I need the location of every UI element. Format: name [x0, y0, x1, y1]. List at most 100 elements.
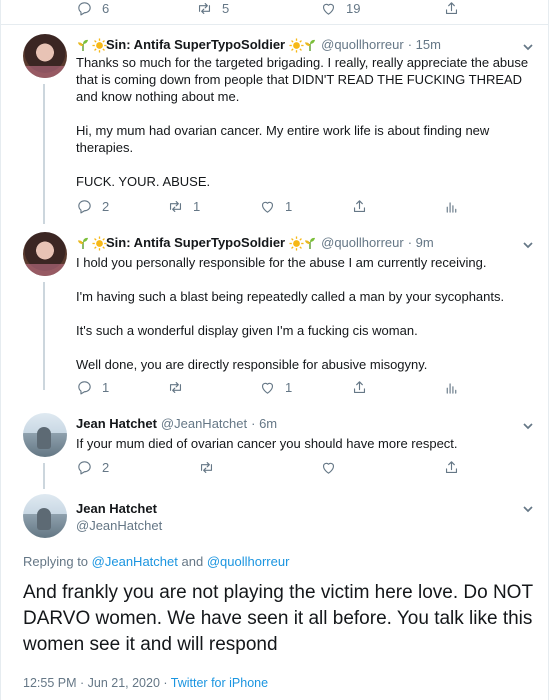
- handle[interactable]: @JeanHatchet: [161, 416, 247, 431]
- more-options-chevron-icon[interactable]: [522, 419, 534, 431]
- tweet-paragraph: Well done, you are directly responsible …: [76, 357, 428, 372]
- sun-emoji-icon: [289, 235, 304, 251]
- avatar[interactable]: [23, 494, 67, 538]
- timestamp[interactable]: · 9m: [408, 235, 434, 250]
- tweet-meta: 12:55 PM · Jun 21, 2020 · Twitter for iP…: [23, 676, 268, 690]
- reply-count: 2: [102, 460, 110, 475]
- like-button[interactable]: [320, 459, 337, 476]
- more-options-chevron-icon[interactable]: [522, 238, 534, 250]
- like-button[interactable]: 19: [320, 0, 360, 17]
- handle[interactable]: @JeanHatchet: [76, 518, 162, 533]
- heart-icon: [322, 3, 335, 15]
- retweet-icon: [169, 200, 182, 213]
- replying-and: and: [181, 554, 204, 569]
- tweet-paragraph: I'm having such a blast being repeatedly…: [76, 289, 505, 304]
- heart-icon: [261, 201, 274, 213]
- reply-icon: [78, 461, 91, 475]
- like-button[interactable]: 1: [259, 379, 292, 396]
- sprout-emoji-icon: [76, 38, 90, 52]
- timestamp[interactable]: · 6m: [251, 416, 277, 431]
- right-border: [548, 0, 549, 700]
- reply-icon: [78, 2, 91, 16]
- tweet-paragraph: If your mum died of ovarian cancer you s…: [76, 436, 458, 451]
- share-button[interactable]: [443, 459, 460, 476]
- share-icon: [445, 2, 458, 15]
- top-tweet-actions: 6 5 19: [0, 0, 549, 20]
- avatar[interactable]: [23, 232, 67, 276]
- display-name[interactable]: Jean Hatchet: [76, 501, 157, 516]
- tweet-paragraph: I hold you personally responsible for th…: [76, 255, 487, 270]
- reply-button[interactable]: 6: [76, 0, 109, 17]
- heart-icon: [261, 382, 274, 394]
- share-icon: [353, 381, 366, 394]
- like-count: 19: [346, 1, 361, 16]
- reply-icon: [78, 381, 91, 395]
- analytics-icon: [446, 383, 457, 394]
- reply-button[interactable]: 2: [76, 198, 109, 215]
- handle[interactable]: @quollhorreur: [321, 235, 404, 250]
- retweet-icon: [200, 461, 213, 474]
- retweet-count: 5: [222, 1, 230, 16]
- handle[interactable]: @quollhorreur: [321, 37, 404, 52]
- sun-emoji-icon: [289, 37, 304, 53]
- share-icon: [353, 200, 366, 213]
- main-display-name-row: Jean Hatchet: [76, 501, 157, 516]
- avatar[interactable]: [23, 413, 67, 457]
- analytics-button[interactable]: [443, 379, 460, 396]
- sprout-emoji-icon: [303, 38, 317, 52]
- retweet-button[interactable]: 5: [196, 0, 229, 17]
- sun-emoji-icon: [92, 37, 107, 53]
- tweet-paragraph: Thanks so much for the targeted brigadin…: [76, 55, 529, 104]
- main-tweet-text: And frankly you are not playing the vict…: [23, 582, 533, 655]
- sprout-emoji-icon: [303, 236, 317, 250]
- tweet-text: Thanks so much for the targeted brigadin…: [76, 54, 531, 190]
- share-button[interactable]: [351, 198, 368, 215]
- analytics-button[interactable]: [443, 198, 460, 215]
- tweet-timestamp[interactable]: 12:55 PM · Jun 21, 2020 ·: [23, 676, 171, 690]
- retweet-icon: [169, 381, 182, 394]
- like-count: 1: [285, 380, 293, 395]
- analytics-icon: [446, 202, 457, 213]
- heart-icon: [322, 462, 335, 474]
- mention-link[interactable]: @JeanHatchet: [92, 554, 178, 569]
- thread-line: [43, 282, 45, 390]
- divider: [0, 24, 549, 25]
- reply-button[interactable]: 1: [76, 379, 109, 396]
- reply-icon: [78, 200, 91, 214]
- like-count: 1: [285, 199, 293, 214]
- tweet-paragraph: Hi, my mum had ovarian cancer. My entire…: [76, 123, 490, 155]
- share-button[interactable]: [443, 0, 460, 17]
- tweet-header: Sin: Antifa SuperTypoSoldier @quollhorre…: [76, 235, 434, 251]
- more-options-chevron-icon[interactable]: [522, 40, 534, 52]
- tweet-source-link[interactable]: Twitter for iPhone: [171, 676, 268, 690]
- tweet-text: I hold you personally responsible for th…: [76, 254, 531, 373]
- retweet-button[interactable]: 1: [167, 198, 200, 215]
- replying-prefix: Replying to: [23, 554, 89, 569]
- display-name[interactable]: Sin: Antifa SuperTypoSoldier: [106, 37, 285, 52]
- retweet-icon: [198, 2, 211, 15]
- sprout-emoji-icon: [76, 236, 90, 250]
- display-name[interactable]: Sin: Antifa SuperTypoSoldier: [106, 235, 285, 250]
- reply-count: 6: [102, 1, 110, 16]
- more-options-chevron-icon[interactable]: [522, 502, 534, 514]
- timestamp[interactable]: · 15m: [408, 37, 441, 52]
- thread-line: [43, 463, 45, 489]
- display-name[interactable]: Jean Hatchet: [76, 416, 157, 431]
- retweet-button[interactable]: [198, 459, 215, 476]
- share-button[interactable]: [351, 379, 368, 396]
- sun-emoji-icon: [92, 235, 107, 251]
- tweet-paragraph: FUCK. YOUR. ABUSE.: [76, 174, 211, 189]
- tweet-text: If your mum died of ovarian cancer you s…: [76, 435, 531, 452]
- share-icon: [445, 461, 458, 474]
- reply-count: 1: [102, 380, 110, 395]
- tweet-header: Jean Hatchet @JeanHatchet · 6m: [76, 416, 277, 431]
- avatar[interactable]: [23, 34, 67, 78]
- like-button[interactable]: 1: [259, 198, 292, 215]
- tweet-paragraph: It's such a wonderful display given I'm …: [76, 323, 418, 338]
- retweet-button[interactable]: [167, 379, 184, 396]
- reply-button[interactable]: 2: [76, 459, 109, 476]
- left-border: [0, 0, 1, 700]
- reply-count: 2: [102, 199, 110, 214]
- thread-line: [43, 84, 45, 224]
- mention-link[interactable]: @quollhorreur: [207, 554, 290, 569]
